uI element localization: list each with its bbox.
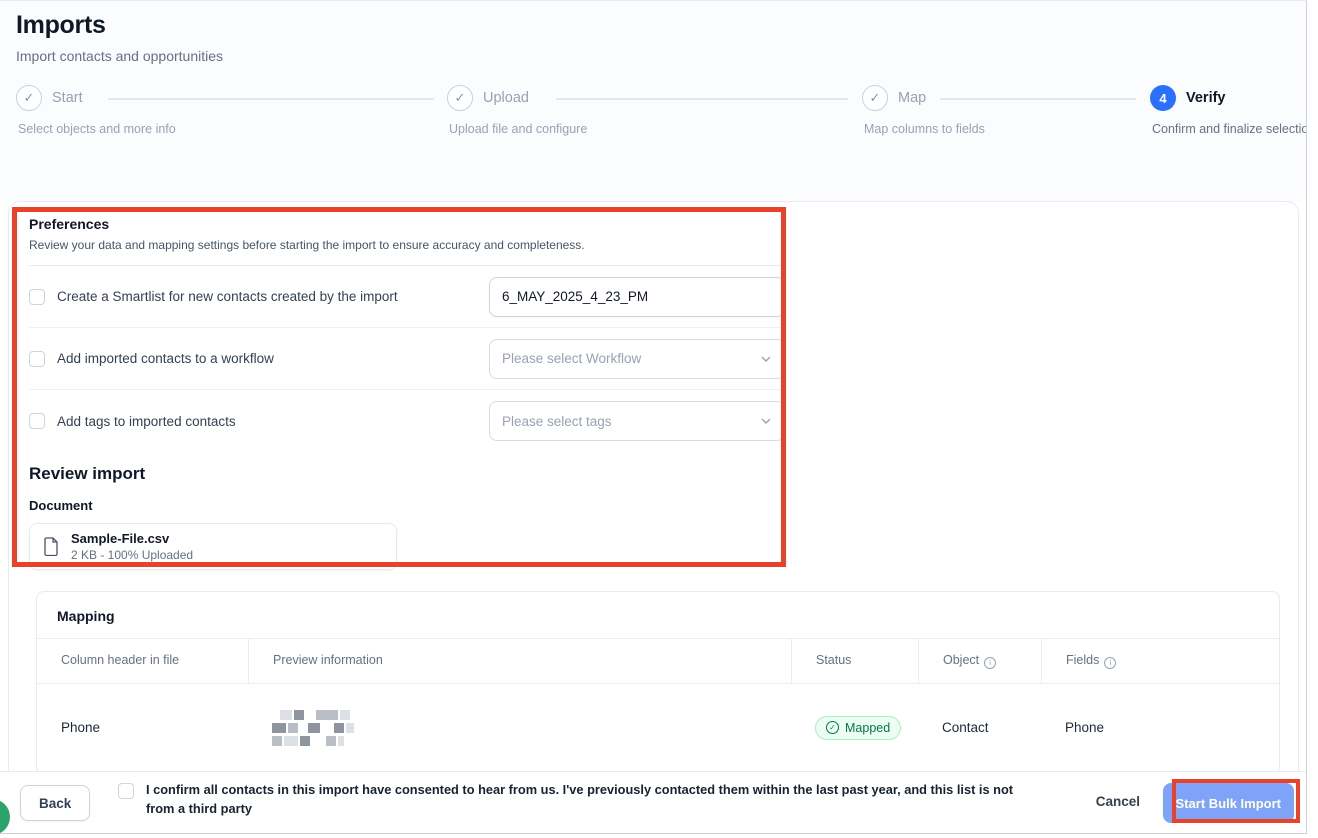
pref-row-tags: Add tags to imported contacts Please sel…	[29, 390, 785, 452]
smartlist-name-input[interactable]	[489, 276, 785, 317]
row-column-header: Phone	[61, 720, 101, 735]
file-meta: 2 KB - 100% Uploaded	[71, 548, 194, 562]
workflow-checkbox[interactable]	[29, 350, 45, 367]
step-sublabel: Upload file and configure	[449, 122, 588, 136]
row-object: Contact	[942, 720, 989, 735]
info-icon[interactable]: i	[984, 656, 997, 669]
page-header: Imports Import contacts and opportunitie…	[0, 1, 1306, 201]
pref-label: Add tags to imported contacts	[57, 413, 236, 429]
stepper-connector	[940, 98, 1136, 100]
page-title: Imports	[16, 11, 106, 39]
step-complete-check-icon: ✓	[16, 85, 42, 111]
mapping-table-header: Column header in file Preview informatio…	[37, 639, 1279, 684]
stepper-connector	[108, 98, 434, 100]
step-label: Start	[52, 90, 83, 106]
preferences-section: Preferences Review your data and mapping…	[29, 216, 785, 570]
tags-checkbox[interactable]	[29, 413, 45, 429]
page-subtitle: Import contacts and opportunities	[16, 48, 224, 64]
step-number-badge: 4	[1150, 85, 1176, 111]
step-label: Verify	[1186, 90, 1226, 106]
file-name: Sample-File.csv	[71, 531, 170, 546]
pref-label: Add imported contacts to a workflow	[57, 351, 274, 366]
check-circle-icon: ✓	[826, 721, 839, 734]
imports-page: Imports Import contacts and opportunitie…	[0, 0, 1307, 834]
cancel-button[interactable]: Cancel	[1090, 793, 1146, 810]
preferences-description: Review your data and mapping settings be…	[29, 238, 585, 252]
step-sublabel: Map columns to fields	[864, 122, 985, 136]
uploaded-file-card[interactable]: Sample-File.csv 2 KB - 100% Uploaded	[29, 523, 397, 570]
mapping-title: Mapping	[37, 592, 1279, 639]
step-sublabel: Select objects and more info	[18, 122, 176, 136]
footer-bar: Back I confirm all contacts in this impo…	[0, 771, 1306, 833]
step-label: Map	[898, 90, 927, 106]
stepper-step-start[interactable]: ✓ Start Select objects and more info	[16, 85, 176, 136]
stepper-connector	[556, 98, 848, 100]
step-complete-check-icon: ✓	[862, 85, 888, 111]
review-import-title: Review import	[29, 464, 146, 483]
preview-redacted	[272, 709, 354, 746]
consent-row: I confirm all contacts in this import ha…	[118, 780, 1043, 818]
file-icon	[44, 537, 58, 556]
back-button[interactable]: Back	[20, 785, 91, 821]
info-icon[interactable]: i	[1104, 656, 1117, 669]
workflow-select[interactable]: Please select Workflow	[489, 338, 785, 379]
mapping-table-row: Phone ✓ Mapped Contact Phone	[37, 684, 1279, 772]
step-complete-check-icon: ✓	[447, 85, 473, 111]
step-label: Upload	[483, 90, 529, 106]
start-bulk-import-button[interactable]: Start Bulk Import	[1162, 783, 1294, 823]
col-status: Status	[791, 639, 918, 683]
chevron-down-icon	[761, 418, 771, 424]
pref-row-smartlist: Create a Smartlist for new contacts crea…	[29, 266, 785, 328]
pref-row-workflow: Add imported contacts to a workflow Plea…	[29, 328, 785, 390]
col-object: Object i	[918, 639, 1041, 683]
status-badge-mapped: ✓ Mapped	[815, 715, 902, 740]
preferences-title: Preferences	[29, 216, 110, 232]
col-header-file: Column header in file	[61, 653, 180, 667]
stepper-step-verify[interactable]: 4 Verify Confirm and finalize selection	[1150, 85, 1307, 136]
pref-label: Create a Smartlist for new contacts crea…	[57, 289, 398, 304]
stepper-step-upload[interactable]: ✓ Upload Upload file and configure	[447, 85, 587, 136]
row-status: ✓ Mapped	[791, 684, 918, 772]
consent-checkbox[interactable]	[118, 783, 134, 799]
col-fields: Fields i	[1041, 639, 1279, 683]
row-preview	[248, 684, 791, 772]
stepper-step-map[interactable]: ✓ Map Map columns to fields	[862, 85, 985, 136]
document-label: Document	[29, 498, 93, 513]
step-sublabel: Confirm and finalize selection	[1152, 122, 1307, 136]
tags-select[interactable]: Please select tags	[489, 401, 785, 441]
smartlist-checkbox[interactable]	[29, 288, 45, 305]
mapping-section: Mapping Column header in file Preview in…	[36, 591, 1280, 775]
consent-text: I confirm all contacts in this import ha…	[146, 782, 1014, 817]
col-preview: Preview information	[248, 639, 791, 683]
row-fields: Phone	[1065, 720, 1105, 735]
chevron-down-icon	[761, 356, 771, 362]
